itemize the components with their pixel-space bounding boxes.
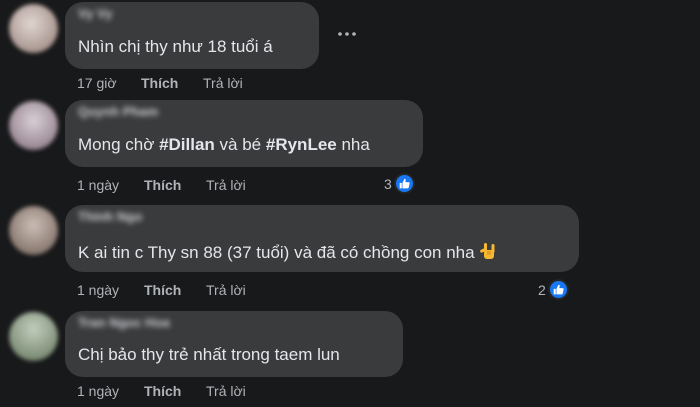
like-button[interactable]: Thích — [144, 282, 181, 298]
reply-button[interactable]: Trả lời — [206, 282, 246, 298]
comment-time[interactable]: 1 ngày — [77, 177, 119, 193]
avatar[interactable] — [9, 101, 58, 150]
love-you-gesture-emoji — [479, 241, 499, 261]
reply-button[interactable]: Trả lời — [206, 177, 246, 193]
comment-text: Chị bảo thy trẻ nhất trong taem lun — [78, 345, 340, 364]
comment-time[interactable]: 17 giờ — [77, 75, 117, 91]
hashtag-link[interactable]: #RynLee — [266, 135, 337, 154]
comment-text: K ai tin c Thy sn 88 (37 tuổi) và đã có … — [78, 241, 499, 263]
text-part: nha — [336, 135, 370, 154]
reply-button[interactable]: Trả lời — [203, 75, 243, 91]
like-button[interactable]: Thích — [144, 383, 181, 399]
comment-bubble: Vy Vy Nhìn chị thy như 18 tuổi á — [65, 2, 319, 69]
hashtag-link[interactable]: #Dillan — [159, 135, 215, 154]
reply-button[interactable]: Trả lời — [206, 383, 246, 399]
comment-time[interactable]: 1 ngày — [77, 383, 119, 399]
comment-bubble: Tran Ngoc Hoa Chị bảo thy trẻ nhất trong… — [65, 311, 403, 377]
comment-author[interactable]: Quynh Pham — [78, 104, 158, 119]
text-part: và bé — [214, 135, 266, 154]
comment-text: Nhìn chị thy như 18 tuổi á — [78, 37, 273, 56]
thumbs-up-icon — [393, 173, 415, 194]
thumbs-up-icon — [547, 279, 569, 300]
comment-bubble: Thinh Ngo K ai tin c Thy sn 88 (37 tuổi)… — [65, 205, 579, 272]
avatar[interactable] — [9, 4, 58, 53]
text-part: Mong chờ — [78, 135, 160, 154]
like-button[interactable]: Thích — [144, 177, 181, 193]
reaction-count: 2 — [538, 281, 546, 298]
reaction-count: 3 — [384, 175, 392, 192]
comment-time[interactable]: 1 ngày — [77, 282, 119, 298]
comment-author[interactable]: Tran Ngoc Hoa — [78, 315, 170, 330]
comment-author[interactable]: Vy Vy — [78, 6, 112, 21]
comment-text: Mong chờ #Dillan và bé #RynLee nha — [78, 135, 370, 155]
like-button[interactable]: Thích — [141, 75, 178, 91]
comment-bubble: Quynh Pham Mong chờ #Dillan và bé #RynLe… — [65, 100, 423, 167]
more-options-icon[interactable] — [334, 24, 360, 44]
reaction-summary[interactable]: 3 — [384, 173, 415, 194]
avatar[interactable] — [9, 206, 58, 255]
comment-text-body: K ai tin c Thy sn 88 (37 tuổi) và đã có … — [78, 243, 475, 262]
comment-author[interactable]: Thinh Ngo — [78, 209, 142, 224]
reaction-summary[interactable]: 2 — [538, 279, 569, 300]
avatar[interactable] — [9, 312, 58, 361]
